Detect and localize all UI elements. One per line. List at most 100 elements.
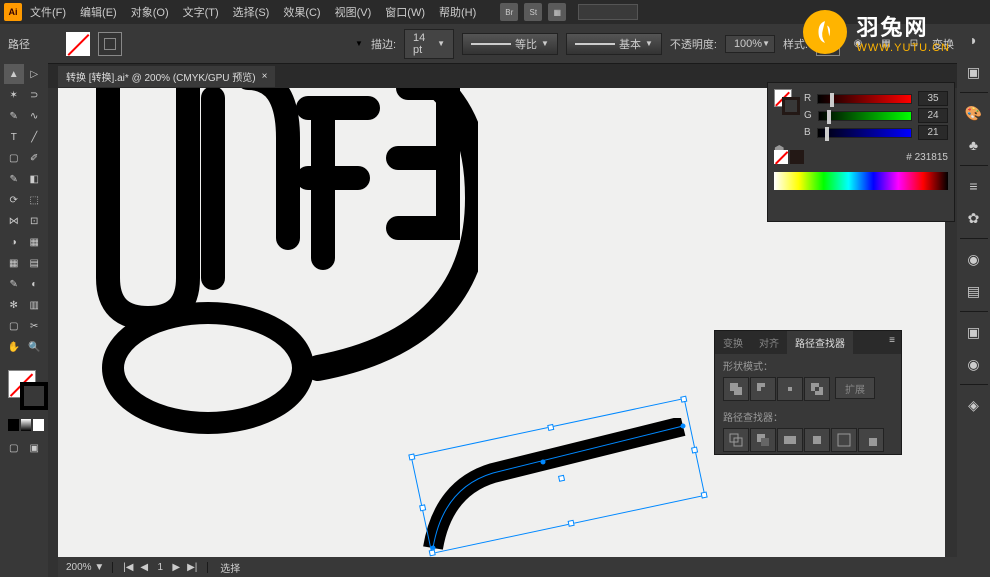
- panel-menu-icon[interactable]: ≡: [883, 331, 901, 354]
- handle-br[interactable]: [701, 491, 708, 498]
- color-icon[interactable]: 🎨: [962, 101, 986, 125]
- selection-tool[interactable]: ▲: [4, 64, 24, 84]
- swatches-icon[interactable]: ♣: [962, 133, 986, 157]
- menu-help[interactable]: 帮助(H): [433, 4, 482, 20]
- swatch-chevron[interactable]: ▼: [355, 39, 363, 48]
- stroke-width-field[interactable]: 14 pt▼: [404, 29, 454, 59]
- eyedropper-tool[interactable]: ✎: [4, 274, 24, 294]
- bridge-icon[interactable]: Br: [500, 3, 518, 21]
- width-tool[interactable]: ⋈: [4, 211, 24, 231]
- document-tab[interactable]: 转换 [转换].ai* @ 200% (CMYK/GPU 预览) ×: [58, 66, 275, 87]
- artboard-number[interactable]: 1: [153, 562, 167, 573]
- r-value[interactable]: 35: [918, 91, 948, 106]
- scale-tool[interactable]: ⬚: [25, 190, 45, 210]
- blend-tool[interactable]: ◐: [25, 274, 45, 294]
- artboard-tool[interactable]: ▢: [4, 316, 24, 336]
- pathfinder-tab[interactable]: 路径查找器: [787, 331, 853, 354]
- slice-tool[interactable]: ✂: [25, 316, 45, 336]
- handle-tr[interactable]: [680, 396, 687, 403]
- menu-view[interactable]: 视图(V): [329, 4, 378, 20]
- symbol-sprayer-tool[interactable]: ✻: [4, 295, 24, 315]
- unite-button[interactable]: [723, 377, 749, 401]
- close-icon[interactable]: ×: [262, 71, 268, 82]
- b-value[interactable]: 21: [918, 125, 948, 140]
- pen-tool[interactable]: ✎: [4, 106, 24, 126]
- intersect-button[interactable]: [777, 377, 803, 401]
- paintbrush-tool[interactable]: ✐: [25, 148, 45, 168]
- appearance-icon[interactable]: ◉: [962, 352, 986, 376]
- b-slider[interactable]: [817, 128, 912, 138]
- perspective-tool[interactable]: ▦: [25, 232, 45, 252]
- zoom-field[interactable]: 200% ▼: [58, 562, 113, 573]
- stock-icon[interactable]: St: [524, 3, 542, 21]
- fill-swatch[interactable]: [66, 32, 90, 56]
- panel-stroke-swatch[interactable]: [782, 97, 800, 115]
- line-tool[interactable]: ╱: [25, 127, 45, 147]
- opacity-field[interactable]: 100%▼: [725, 35, 775, 53]
- arrange-icon[interactable]: ▦: [548, 3, 566, 21]
- handle-tm[interactable]: [547, 424, 554, 431]
- g-slider[interactable]: [818, 111, 912, 121]
- menu-file[interactable]: 文件(F): [24, 4, 72, 20]
- hex-value[interactable]: # 231815: [906, 152, 948, 163]
- handle-center[interactable]: [558, 475, 565, 482]
- symbols-icon[interactable]: ✿: [962, 206, 986, 230]
- crop-button[interactable]: [804, 428, 830, 452]
- mesh-tool[interactable]: ▦: [4, 253, 24, 273]
- handle-tl[interactable]: [408, 453, 415, 460]
- handle-ml[interactable]: [419, 504, 426, 511]
- r-slider[interactable]: [817, 94, 912, 104]
- brushes-icon[interactable]: ≡: [962, 174, 986, 198]
- shape-builder-tool[interactable]: ◑: [4, 232, 24, 252]
- first-artboard[interactable]: |◀: [121, 562, 135, 573]
- menu-window[interactable]: 窗口(W): [379, 4, 431, 20]
- transparency-icon[interactable]: ▣: [962, 320, 986, 344]
- color-mode[interactable]: [8, 419, 19, 431]
- hand-tool[interactable]: ✋: [4, 337, 24, 357]
- transform-tab[interactable]: 变换: [715, 331, 751, 354]
- current-swatch[interactable]: [790, 150, 804, 164]
- search-input[interactable]: [578, 4, 638, 20]
- brush-dropdown[interactable]: 基本▼: [566, 33, 662, 55]
- menu-object[interactable]: 对象(O): [125, 4, 175, 20]
- rotate-tool[interactable]: ⟳: [4, 190, 24, 210]
- magic-wand-tool[interactable]: ✶: [4, 85, 24, 105]
- libraries-icon[interactable]: ▣: [962, 60, 986, 84]
- stroke-swatch[interactable]: [98, 32, 122, 56]
- gradient-tool[interactable]: ▤: [25, 253, 45, 273]
- menu-text[interactable]: 文字(T): [177, 4, 225, 20]
- last-artboard[interactable]: ▶|: [185, 562, 199, 573]
- handle-bm[interactable]: [568, 520, 575, 527]
- prev-artboard[interactable]: ◀: [137, 562, 151, 573]
- stroke-icon[interactable]: ◉: [962, 247, 986, 271]
- gradient-mode[interactable]: [21, 419, 32, 431]
- stroke-profile-dropdown[interactable]: 等比▼: [462, 33, 558, 55]
- g-value[interactable]: 24: [918, 108, 948, 123]
- screen-mode[interactable]: ▢: [4, 438, 24, 458]
- eraser-tool[interactable]: ◧: [25, 169, 45, 189]
- minus-front-button[interactable]: [750, 377, 776, 401]
- next-artboard[interactable]: ▶: [169, 562, 183, 573]
- layers-icon[interactable]: ◈: [962, 393, 986, 417]
- stroke-color[interactable]: [20, 382, 48, 410]
- outline-button[interactable]: [831, 428, 857, 452]
- fill-stroke-swatches[interactable]: [4, 370, 44, 414]
- trim-button[interactable]: [750, 428, 776, 452]
- menu-edit[interactable]: 编辑(E): [74, 4, 123, 20]
- handle-bl[interactable]: [429, 549, 436, 556]
- align-tab[interactable]: 对齐: [751, 331, 787, 354]
- curvature-tool[interactable]: ∿: [25, 106, 45, 126]
- rectangle-tool[interactable]: ▢: [4, 148, 24, 168]
- exclude-button[interactable]: [804, 377, 830, 401]
- none-swatch[interactable]: [774, 150, 788, 164]
- zoom-tool[interactable]: 🔍: [25, 337, 45, 357]
- lasso-tool[interactable]: ⊃: [25, 85, 45, 105]
- direct-selection-tool[interactable]: ▷: [25, 64, 45, 84]
- menu-effect[interactable]: 效果(C): [277, 4, 326, 20]
- gradient-icon[interactable]: ▤: [962, 279, 986, 303]
- handle-mr[interactable]: [691, 446, 698, 453]
- change-screen[interactable]: ▣: [25, 438, 45, 458]
- free-transform-tool[interactable]: ⊡: [25, 211, 45, 231]
- menu-select[interactable]: 选择(S): [227, 4, 276, 20]
- expand-button[interactable]: 扩展: [835, 377, 875, 399]
